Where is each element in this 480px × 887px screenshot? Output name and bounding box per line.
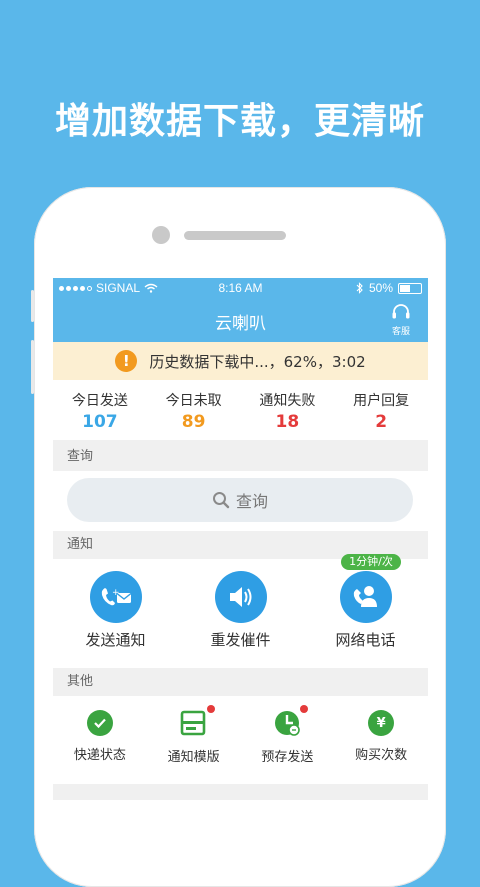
scheduled-send-button[interactable]: 预存发送 xyxy=(241,696,335,784)
warning-icon: ! xyxy=(115,350,138,372)
status-bar: SIGNAL 8:16 AM 50% xyxy=(53,278,428,298)
voip-call-button[interactable]: 网络电话 xyxy=(303,559,428,668)
earpiece xyxy=(184,231,286,240)
stats-row: 今日发送 107 今日未取 89 通知失败 18 用户回复 2 xyxy=(53,380,428,440)
action-label: 通知模版 xyxy=(167,750,220,765)
action-label: 发送通知 xyxy=(85,631,146,649)
stat-value: 18 xyxy=(275,412,300,432)
stat-user-replies[interactable]: 用户回复 2 xyxy=(334,380,428,440)
speaker-icon xyxy=(214,571,267,623)
section-label-query: 查询 xyxy=(53,443,428,471)
stat-value: 2 xyxy=(375,412,388,432)
download-progress-banner[interactable]: ! 历史数据下载中...，62%，3:02 xyxy=(53,342,428,380)
battery-percent: 50% xyxy=(368,281,393,295)
camera xyxy=(152,226,170,244)
person-phone-icon xyxy=(339,571,392,623)
delivery-status-button[interactable]: 快递状态 xyxy=(53,696,147,784)
stat-label: 通知失败 xyxy=(259,393,316,409)
phone-mail-icon: + xyxy=(89,571,142,623)
notification-dot xyxy=(300,705,309,713)
stat-not-picked-today[interactable]: 今日未取 89 xyxy=(147,380,241,440)
stat-label: 用户回复 xyxy=(353,393,410,409)
nav-bar: 云喇叭 客服 xyxy=(53,298,428,342)
template-icon xyxy=(179,705,215,738)
search-section: 查询 xyxy=(53,471,428,531)
action-label: 预存发送 xyxy=(261,750,314,765)
send-notification-button[interactable]: + 发送通知 xyxy=(53,559,178,668)
search-placeholder: 查询 xyxy=(235,492,268,511)
section-label-other: 其他 xyxy=(53,668,428,696)
stat-label: 今日发送 xyxy=(71,393,128,409)
stat-notify-failed[interactable]: 通知失败 18 xyxy=(241,380,335,440)
notify-template-button[interactable]: 通知模版 xyxy=(147,696,241,784)
bluetooth-icon xyxy=(356,282,363,294)
action-label: 网络电话 xyxy=(335,631,396,649)
rate-limit-badge: 1分钟/次 xyxy=(341,554,401,570)
side-button xyxy=(31,290,34,322)
stat-value: 107 xyxy=(82,412,118,432)
check-circle-icon xyxy=(86,710,113,736)
stat-label: 今日未取 xyxy=(165,393,222,409)
stat-sent-today[interactable]: 今日发送 107 xyxy=(53,380,147,440)
search-input[interactable]: 查询 xyxy=(67,478,413,522)
app-screen: SIGNAL 8:16 AM 50% 云喇叭 客服 ! 历史数据下载中...，6… xyxy=(53,278,428,800)
headline: 增加数据下载，更清晰 xyxy=(54,101,425,142)
other-actions: 快递状态 通知模版 预存发送 ¥ 购买次数 xyxy=(53,696,428,784)
notification-dot xyxy=(206,705,215,713)
battery-icon xyxy=(398,282,422,294)
page-title: 云喇叭 xyxy=(215,314,266,334)
resend-reminder-button[interactable]: 重发催件 xyxy=(178,559,303,668)
action-label: 快递状态 xyxy=(73,748,126,763)
yen-icon: ¥ xyxy=(368,710,395,736)
action-label: 购买次数 xyxy=(355,748,408,763)
customer-service-button[interactable]: 客服 xyxy=(387,303,415,337)
stat-value: 89 xyxy=(181,412,206,432)
buy-credits-button[interactable]: ¥ 购买次数 xyxy=(334,696,428,784)
notify-actions: + 发送通知 重发催件 网络电话 1分钟/次 xyxy=(53,554,428,668)
clock-icon xyxy=(272,705,309,738)
headset-icon xyxy=(392,304,410,319)
progress-text: 历史数据下载中...，62%，3:02 xyxy=(149,352,366,371)
action-label: 重发催件 xyxy=(210,631,271,649)
customer-service-label: 客服 xyxy=(391,327,410,337)
search-icon xyxy=(212,492,230,509)
side-button xyxy=(31,340,34,394)
